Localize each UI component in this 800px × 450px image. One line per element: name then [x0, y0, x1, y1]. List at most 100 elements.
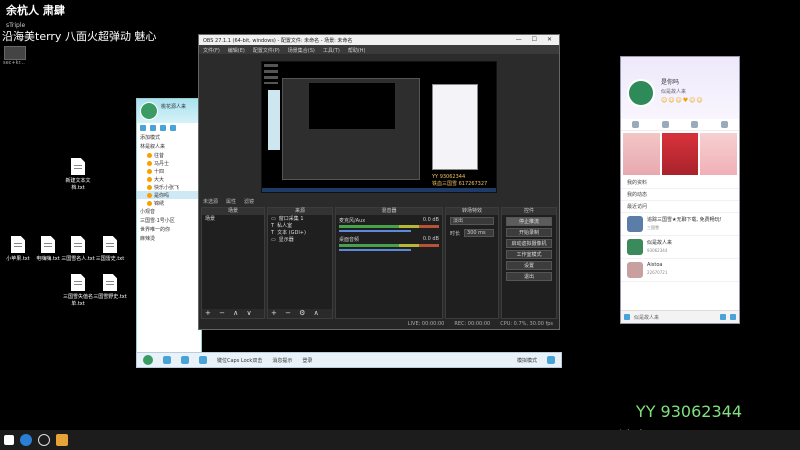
mode-label[interactable]: 模拟模式	[517, 357, 537, 364]
start-icon[interactable]	[4, 435, 14, 445]
tab-photos-icon[interactable]	[691, 121, 699, 128]
profile-footer: 似是故人来	[621, 310, 739, 323]
qq-logo-icon[interactable]	[143, 355, 153, 365]
friend-item[interactable]: 快乐小张飞	[137, 183, 201, 191]
friend-item[interactable]: 锦绣	[137, 199, 201, 207]
stop-streaming-button[interactable]: 停止推流	[506, 217, 552, 226]
desktop-file-icon[interactable]: 新建文本文档.txt	[60, 158, 96, 191]
source-controls[interactable]: + − ⚙ ∧ ∨	[268, 309, 332, 325]
friend-avatar-icon	[147, 176, 152, 182]
friend-avatar-icon	[147, 200, 152, 206]
group-icon[interactable]	[150, 125, 156, 131]
qq-section-label[interactable]: 麻辣烫	[137, 234, 201, 243]
friend-avatar-icon	[147, 160, 152, 166]
desktop-file-icon[interactable]: 三国雪失值名单.txt	[60, 274, 96, 307]
lock-icon[interactable]	[199, 356, 207, 364]
properties-button[interactable]: 属性	[226, 198, 236, 205]
space-icon[interactable]	[160, 125, 166, 131]
preview-obs-window	[282, 78, 420, 180]
visitor-card[interactable]: 追踪三国雪★无聊下载, 免费畅玩! 三国雪	[621, 213, 739, 236]
qq-section-label[interactable]: 三国雪·1号小区	[137, 216, 201, 225]
contacts-icon[interactable]	[140, 125, 146, 131]
visitor-card[interactable]: 似是故人来 93062344	[621, 236, 739, 259]
friend-item-selected[interactable]: 是你吗	[137, 191, 201, 199]
window-source-icon: ▭	[271, 215, 276, 222]
window-controls[interactable]: — ☐ ✕	[516, 36, 556, 43]
visitor-card[interactable]: Aistoa 22670721	[621, 259, 739, 282]
edge-browser-icon[interactable]	[20, 434, 32, 446]
preview-watermark: YY 93062344 铁血三国雪 617267327	[432, 174, 488, 187]
profile-link[interactable]: 最近访问	[621, 201, 739, 213]
text-file-icon	[103, 236, 117, 253]
filters-button[interactable]: 滤镜	[244, 198, 254, 205]
desktop-file-icon[interactable]: 三国雷史.txt	[92, 236, 128, 262]
obs-preview-canvas[interactable]: YY 93062344 铁血三国雪 617267327	[261, 61, 497, 193]
avatar[interactable]	[140, 102, 158, 120]
preview-taskbar	[262, 188, 496, 192]
exit-button[interactable]: 退出	[506, 272, 552, 281]
qq-section-label[interactable]: 添加模式	[137, 133, 201, 142]
menu-file[interactable]: 文件(F)	[203, 47, 220, 54]
menu-icon[interactable]	[547, 356, 555, 364]
tab-profile-icon[interactable]	[632, 121, 640, 128]
volume-meter	[339, 225, 439, 228]
speaker-icon[interactable]	[163, 356, 171, 364]
mixer-track: 麦克风/Aux 0.0 dB	[336, 215, 442, 234]
tab-space-icon[interactable]	[661, 121, 669, 128]
menu-help[interactable]: 帮助(H)	[348, 47, 366, 54]
qq-app-icon[interactable]	[56, 434, 68, 446]
menu-tools[interactable]: 工具(T)	[323, 47, 340, 54]
text-file-icon	[71, 158, 85, 175]
controls-dock-title: 控件	[502, 208, 556, 215]
obs-icon[interactable]	[38, 434, 50, 446]
login-label[interactable]: 登录	[302, 357, 312, 364]
menu-scene-collection[interactable]: 场景集合(S)	[288, 47, 315, 54]
menu-icon[interactable]	[624, 314, 630, 320]
mic-icon[interactable]	[181, 356, 189, 364]
tab-settings-icon[interactable]	[720, 121, 728, 128]
qq-section-label[interactable]: 小观音	[137, 207, 201, 216]
friend-item[interactable]: 往昔	[137, 151, 201, 159]
obs-window: OBS 27.1.1 (64-bit, windows) - 配置文件: 未命名…	[198, 34, 560, 330]
volume-slider[interactable]	[339, 249, 411, 251]
friend-avatar-icon	[147, 168, 152, 174]
settings-button[interactable]: 设置	[506, 261, 552, 270]
qq-group-label[interactable]: 林是叙人来	[137, 142, 201, 151]
source-item[interactable]: T 私人室	[268, 222, 332, 230]
volume-slider[interactable]	[339, 230, 411, 232]
controls-dock: 控件 停止推流 开始录制 启动虚拟摄像机 工作室模式 设置 退出	[501, 207, 557, 319]
photo-strip[interactable]	[621, 131, 739, 177]
display-source-icon: ▭	[271, 236, 276, 243]
friend-item[interactable]: 大大	[137, 175, 201, 183]
source-item[interactable]: T 文本 (GDI+)	[268, 229, 332, 237]
profile-link[interactable]: 我的资料	[621, 177, 739, 189]
caps-lock-label[interactable]: 键位Caps Lock双击	[217, 357, 262, 364]
source-item[interactable]: ▭ 显示器	[268, 236, 332, 244]
mixer-dock-title: 混音器	[336, 208, 442, 215]
video-call-icon[interactable]	[720, 314, 726, 320]
transition-select[interactable]: 淡出	[450, 217, 494, 225]
start-recording-button[interactable]: 开始录制	[506, 228, 552, 237]
menu-profile[interactable]: 配置文件(P)	[253, 47, 280, 54]
transitions-dock-title: 转场特效	[446, 208, 498, 215]
text-source-icon: T	[271, 229, 275, 236]
studio-mode-button[interactable]: 工作室模式	[506, 250, 552, 259]
qq-section-label[interactable]: 世界唯一的你	[137, 225, 201, 234]
friend-avatar-icon	[147, 152, 152, 158]
menu-edit[interactable]: 编辑(E)	[228, 47, 245, 54]
duration-input[interactable]: 300 ms	[464, 229, 494, 237]
virtual-camera-button[interactable]: 启动虚拟摄像机	[506, 239, 552, 248]
source-item[interactable]: ▭ 窗口采集 1	[268, 215, 332, 223]
profile-link[interactable]: 我的动态	[621, 189, 739, 201]
scene-item[interactable]: 场景	[202, 215, 264, 222]
notify-label[interactable]: 消息提示	[272, 357, 292, 364]
desktop-file-icon[interactable]: 三国雪名人.txt	[60, 236, 96, 262]
friend-item[interactable]: 十四	[137, 167, 201, 175]
desktop-file-icon[interactable]: 三国雪野史.txt	[92, 274, 128, 300]
friend-item[interactable]: 马丹士	[137, 159, 201, 167]
chat-icon[interactable]	[730, 314, 736, 320]
avatar[interactable]	[627, 79, 655, 107]
mail-icon[interactable]	[170, 125, 176, 131]
scene-controls[interactable]: + − ∧ ∨	[202, 309, 264, 318]
stream-title: 余杭人 肃肆	[6, 4, 65, 17]
